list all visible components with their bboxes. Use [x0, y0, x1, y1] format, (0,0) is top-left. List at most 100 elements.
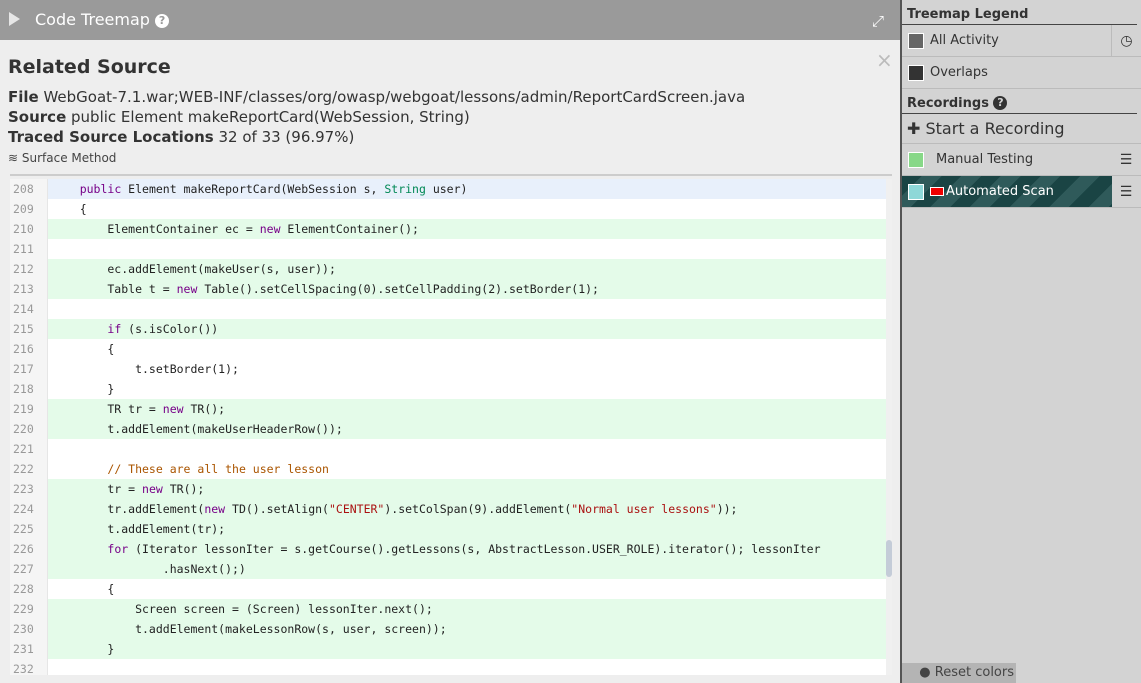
line-number: 210 — [10, 219, 48, 239]
line-number: 209 — [10, 199, 48, 219]
code-line: 220 t.addElement(makeUserHeaderRow()); — [10, 419, 886, 439]
line-number: 220 — [10, 419, 48, 439]
line-number: 208 — [10, 179, 48, 199]
expand-icon[interactable]: ⤢ — [872, 12, 884, 30]
code-line: 209 { — [10, 199, 886, 219]
reset-colors-button[interactable]: ● Reset colors — [902, 663, 1016, 683]
line-number: 223 — [10, 479, 48, 499]
code-line: 232 — [10, 659, 886, 675]
start-recording-button[interactable]: ✚ Start a Recording — [902, 114, 1141, 144]
line-number: 211 — [10, 239, 48, 259]
surface-method: ≋ Surface Method — [8, 151, 117, 165]
plus-icon: ✚ — [907, 119, 921, 138]
help-icon[interactable]: ? — [155, 14, 170, 28]
code-token: new — [204, 502, 226, 516]
code-token: // These are all the user lesson — [107, 462, 329, 476]
code-token: for — [107, 542, 129, 556]
code-token: public — [79, 182, 122, 196]
code-token: (Iterator lessonIter = s.getCourse().get… — [128, 542, 821, 556]
code-token: ElementContainer(); — [280, 222, 419, 236]
color-swatch[interactable] — [908, 64, 924, 81]
code-token: ElementContainer ec = — [52, 222, 260, 236]
code-text: ElementContainer ec = new ElementContain… — [48, 219, 886, 239]
line-number: 212 — [10, 259, 48, 279]
code-line: 215 if (s.isColor()) — [10, 319, 886, 339]
code-viewer[interactable]: 208 public Element makeReportCard(WebSes… — [10, 179, 886, 675]
code-token: .hasNext();) — [52, 562, 246, 576]
code-token: new — [162, 402, 184, 416]
code-token: Table().setCellSpacing(0).setCellPadding… — [197, 282, 599, 296]
code-token: ec.addElement(makeUser(s, user)); — [52, 262, 336, 276]
layers-icon: ≋ — [8, 151, 19, 165]
code-text: t.addElement(makeLessonRow(s, user, scre… — [48, 619, 886, 639]
line-number: 226 — [10, 539, 48, 559]
color-swatch[interactable] — [908, 183, 924, 200]
code-text: .hasNext();) — [48, 559, 886, 579]
code-line: 214 — [10, 299, 886, 319]
code-text: { — [48, 339, 114, 359]
legend-title: Treemap Legend — [902, 0, 1137, 25]
source-info: Source public Element makeReportCard(Web… — [8, 108, 470, 126]
list-icon[interactable]: ☰ — [1111, 144, 1141, 175]
list-icon[interactable]: ☰ — [1111, 176, 1141, 207]
code-token: } — [52, 642, 115, 656]
legend-overlaps[interactable]: Overlaps — [902, 57, 1141, 89]
code-text: t.setBorder(1); — [48, 359, 239, 379]
code-token: tr.addElement( — [52, 502, 205, 516]
code-token: (s.isColor()) — [121, 322, 219, 336]
line-number: 221 — [10, 439, 48, 459]
line-number: 215 — [10, 319, 48, 339]
expand-triangle-icon[interactable] — [9, 12, 20, 26]
divider — [10, 174, 892, 176]
legend-all-activity[interactable]: All Activity ◷ — [902, 25, 1141, 57]
line-number: 227 — [10, 559, 48, 579]
line-number: 214 — [10, 299, 48, 319]
recording-manual-testing[interactable]: Manual Testing ☰ — [902, 144, 1141, 176]
code-token: )); — [716, 502, 738, 516]
line-number: 231 — [10, 639, 48, 659]
code-token: user) — [425, 182, 468, 196]
recording-automated-scan[interactable]: Automated Scan ☰ — [902, 176, 1141, 208]
code-line: 216 { — [10, 339, 886, 359]
header-title: Code Treemap ? — [35, 10, 170, 29]
code-token: TR tr = — [52, 402, 163, 416]
code-line: 223 tr = new TR(); — [10, 479, 886, 499]
scrollbar-thumb[interactable] — [886, 540, 892, 577]
code-line: 210 ElementContainer ec = new ElementCon… — [10, 219, 886, 239]
code-text: Screen screen = (Screen) lessonIter.next… — [48, 599, 886, 619]
color-swatch[interactable] — [908, 151, 924, 168]
code-line: 230 t.addElement(makeLessonRow(s, user, … — [10, 619, 886, 639]
code-line: 208 public Element makeReportCard(WebSes… — [10, 179, 886, 199]
line-number: 230 — [10, 619, 48, 639]
code-text: t.addElement(makeUserHeaderRow()); — [48, 419, 886, 439]
code-text: for (Iterator lessonIter = s.getCourse()… — [48, 539, 886, 559]
code-token: ).setColSpan(9).addElement( — [384, 502, 572, 516]
drop-icon: ● — [919, 665, 931, 680]
line-number: 217 — [10, 359, 48, 379]
right-sidebar: Treemap Legend All Activity ◷ Overlaps R… — [900, 0, 1141, 683]
code-token: "CENTER" — [328, 502, 385, 516]
code-token: { — [52, 202, 87, 216]
code-line: 218 } — [10, 379, 886, 399]
code-line: 212 ec.addElement(makeUser(s, user)); — [10, 259, 886, 279]
code-line: 211 — [10, 239, 886, 259]
code-treemap-header[interactable]: Code Treemap ? ⤢ — [0, 0, 900, 40]
code-line: 229 Screen screen = (Screen) lessonIter.… — [10, 599, 886, 619]
code-text: { — [48, 579, 114, 599]
file-info: File WebGoat-7.1.war;WEB-INF/classes/org… — [8, 88, 746, 106]
code-token: { — [52, 342, 115, 356]
line-number: 216 — [10, 339, 48, 359]
scrollbar[interactable] — [886, 179, 892, 675]
clock-icon[interactable]: ◷ — [1111, 25, 1141, 56]
help-icon[interactable]: ? — [993, 96, 1008, 110]
code-token: t.addElement(makeLessonRow(s, user, scre… — [52, 622, 447, 636]
color-swatch[interactable] — [908, 32, 924, 49]
code-text: // These are all the user lesson — [48, 459, 329, 479]
code-text: } — [48, 379, 114, 399]
code-token: t.addElement(tr); — [52, 522, 226, 536]
video-camera-icon — [930, 187, 944, 196]
